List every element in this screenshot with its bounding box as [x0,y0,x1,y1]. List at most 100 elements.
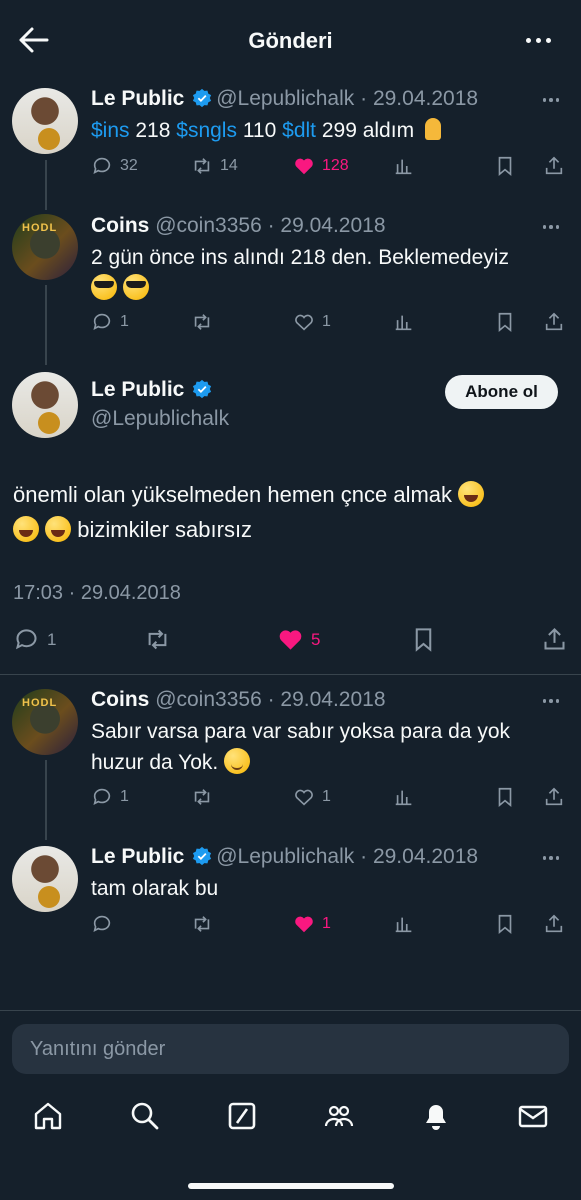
notifications-icon[interactable] [420,1100,452,1132]
heart-filled-icon [279,630,302,650]
share-button[interactable] [543,786,565,808]
reply-icon [93,313,111,330]
search-icon[interactable] [129,1100,161,1132]
heart-icon [295,789,313,806]
reply-input[interactable] [12,1024,569,1074]
author-name[interactable]: Le Public [91,845,184,868]
messages-icon[interactable] [517,1100,549,1132]
laughing-emoji [45,516,72,542]
cashtag-link[interactable]: $dlt [282,119,316,142]
author-name[interactable]: Coins [91,214,149,237]
avatar[interactable]: HODL [12,214,78,280]
like-button[interactable]: 1 [293,311,331,333]
like-button[interactable]: 1 [293,786,331,808]
tweet-date[interactable]: 29.04.2018 [373,87,478,110]
author-handle[interactable]: @coin3356 [155,688,262,711]
retweet-button[interactable] [191,311,213,333]
views-icon [395,790,412,806]
bookmark-button[interactable] [494,913,516,935]
share-button[interactable] [541,626,568,653]
avatar[interactable] [12,88,78,154]
author-name[interactable]: Le Public [91,378,184,401]
bookmark-button[interactable] [494,311,516,333]
views-icon [395,315,412,331]
laughing-emoji [13,516,39,542]
reply-button[interactable]: 1 [13,626,56,653]
reply-button[interactable]: 1 [91,786,129,808]
share-button[interactable] [543,155,565,177]
avatar[interactable]: HODL [12,689,78,755]
reply-button[interactable]: 32 [91,155,138,177]
bookmark-icon [415,628,432,652]
retweet-count: 14 [220,157,238,174]
tweet-more-icon[interactable] [542,225,559,229]
author-handle[interactable]: @Lepublichalk [216,845,354,868]
reply-icon [93,915,111,932]
retweet-button[interactable] [191,786,213,808]
avatar[interactable] [12,846,78,912]
home-indicator [188,1183,394,1189]
tweet-more-icon[interactable] [542,699,559,703]
retweet-button[interactable]: 14 [191,155,238,177]
views-icon [395,159,412,175]
home-icon[interactable] [32,1100,64,1132]
tweet-actions: 1 [91,913,571,941]
views-button[interactable] [393,786,415,808]
author-handle[interactable]: @coin3356 [155,214,262,237]
retweet-button[interactable] [191,913,213,935]
views-button[interactable] [393,913,415,935]
author-handle[interactable]: @Lepublichalk [216,87,354,110]
cashtag-link[interactable]: $ins [91,119,130,142]
cool-emoji [122,274,149,300]
tweet-more-icon[interactable] [542,98,559,102]
views-button[interactable] [393,311,415,333]
reply-button[interactable] [91,913,113,935]
follow-button[interactable]: Abone ol [445,375,558,409]
retweet-button[interactable] [144,626,171,653]
text-fragment: Sabır varsa para var sabır yoksa para da… [91,720,511,743]
views-button[interactable] [393,155,415,177]
retweet-icon [194,314,210,330]
like-count: 128 [322,157,349,174]
tweet-text: önemli olan yükselmeden hemen çnce almak… [13,477,573,547]
top-bar: Gönderi [0,0,581,80]
reply-button[interactable]: 1 [91,311,129,333]
avatar[interactable] [12,372,78,438]
bookmark-button[interactable] [494,155,516,177]
bookmark-icon [498,914,512,935]
like-button[interactable]: 128 [293,155,349,177]
cashtag-link[interactable]: $sngls [176,119,237,142]
reply-count: 1 [120,313,129,330]
tweet-date[interactable]: 29.04.2018 [280,214,385,237]
share-button[interactable] [543,913,565,935]
author-handle[interactable]: @Lepublichalk [91,407,229,431]
author-name[interactable]: Coins [91,688,149,711]
like-button[interactable]: 5 [277,626,320,653]
like-button[interactable]: 1 [293,913,331,935]
like-count: 1 [322,313,331,330]
bookmark-button[interactable] [494,786,516,808]
share-button[interactable] [543,311,565,333]
bookmark-icon [498,787,512,808]
reply-count: 32 [120,157,138,174]
tweet-date[interactable]: 29.04.2018 [373,845,478,868]
reply-count: 1 [120,788,129,805]
like-count: 1 [322,788,331,805]
tweet-more-icon[interactable] [542,856,559,860]
author-name[interactable]: Le Public [91,87,184,110]
communities-icon[interactable] [323,1100,355,1132]
bookmark-button[interactable] [410,626,437,653]
text-fragment: huzur da Yok. [91,751,219,774]
reply-icon [15,629,37,650]
grok-icon[interactable] [226,1100,258,1132]
reply-count: 1 [47,629,57,649]
share-icon [544,627,565,650]
like-count: 1 [322,915,331,932]
more-options-icon[interactable] [526,38,551,43]
tweet-text: 2 gün önce ins alındı 218 den. Beklemede… [91,242,509,304]
tweet-date[interactable]: 29.04.2018 [280,688,385,711]
tweet-text: $ins 218 $sngls 110 $dlt 299 aldım [91,115,446,146]
tweet-timestamp[interactable]: 17:03 · 29.04.2018 [13,582,181,605]
smiling-emoji [224,748,251,774]
thread-line [45,760,47,840]
